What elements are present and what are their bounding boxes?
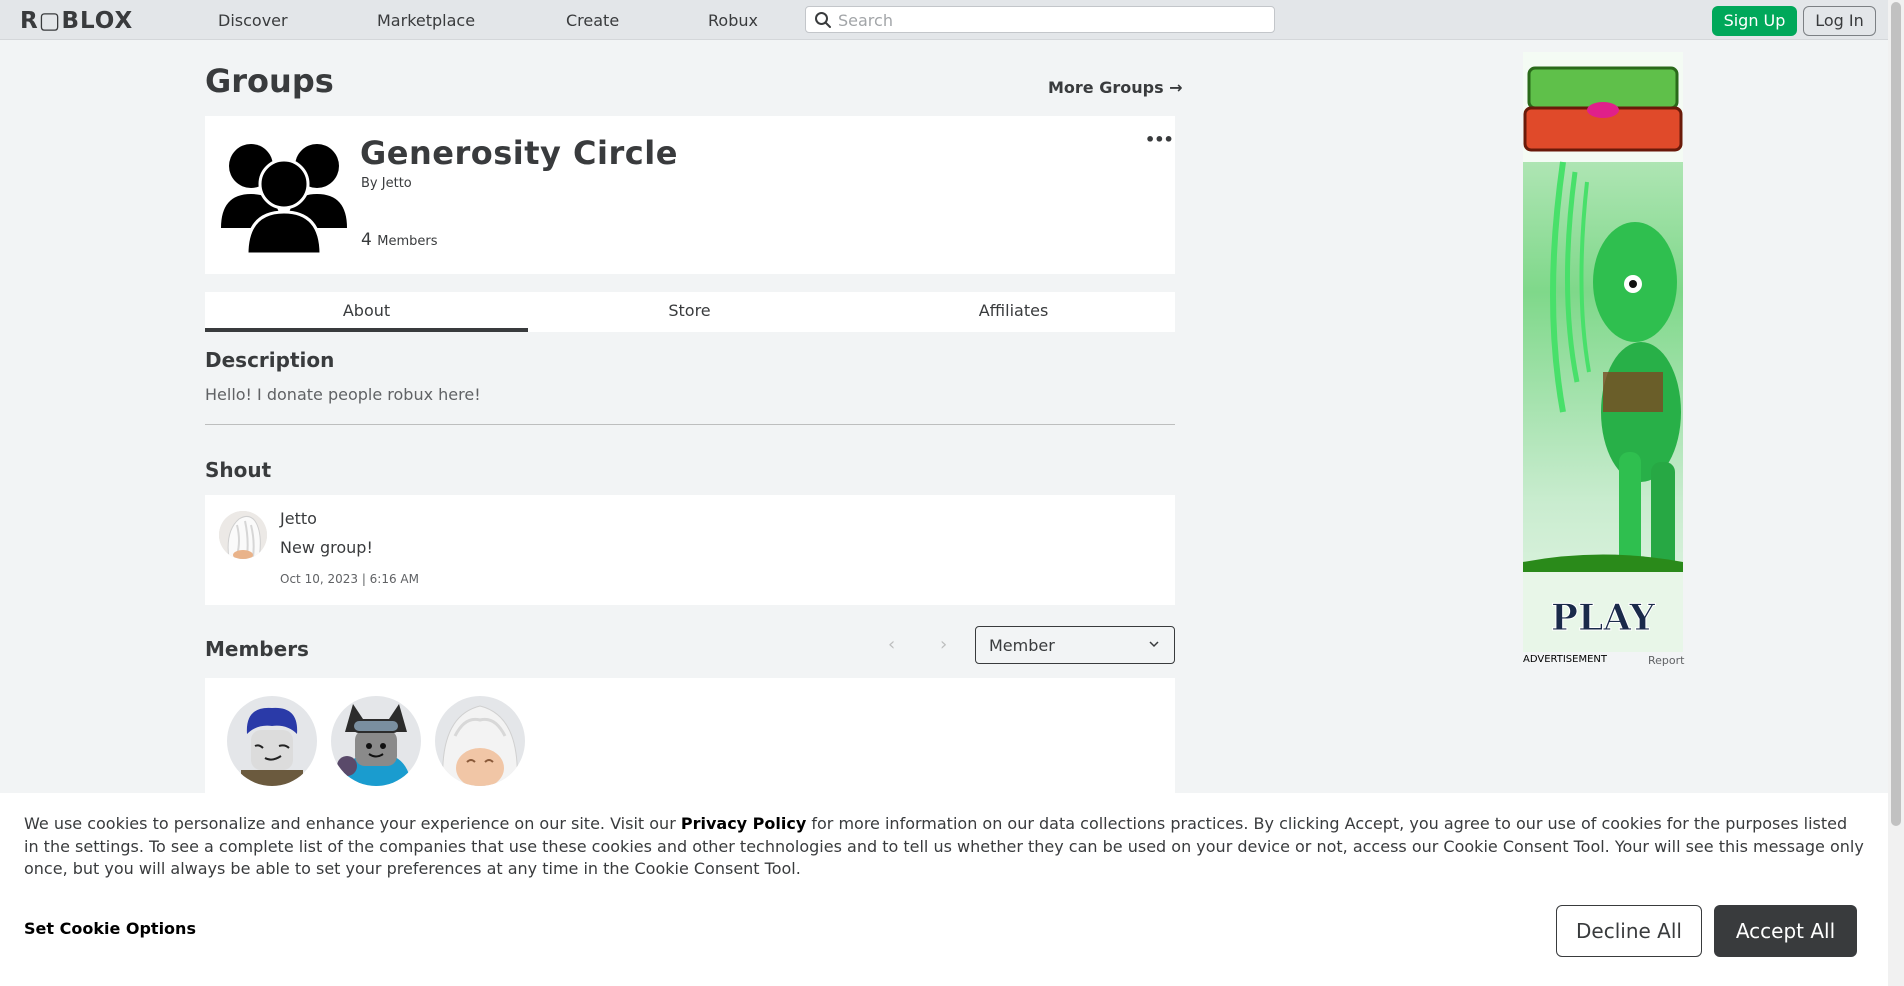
member-avatar[interactable]	[331, 696, 421, 786]
svg-text:PLAY: PLAY	[1551, 597, 1657, 639]
chevron-left-icon[interactable]: ‹	[888, 634, 895, 655]
cookie-text-before: We use cookies to personalize and enhanc…	[24, 814, 681, 833]
tab-store[interactable]: Store	[528, 292, 851, 332]
set-cookie-options-link[interactable]: Set Cookie Options	[24, 919, 196, 938]
description-text: Hello! I donate people robux here!	[205, 385, 481, 404]
roblox-logo[interactable]: R▢BLOX	[20, 8, 133, 34]
role-select-dropdown[interactable]: Member	[975, 626, 1175, 664]
privacy-policy-link[interactable]: Privacy Policy	[681, 814, 806, 833]
group-name: Generosity Circle	[360, 134, 678, 172]
nav-link-discover[interactable]: Discover	[218, 11, 288, 30]
group-owner-line: By Jetto	[361, 176, 412, 191]
chevron-down-icon	[1149, 641, 1159, 648]
member-avatar-image	[435, 696, 525, 786]
group-owner-link[interactable]: Jetto	[382, 176, 412, 191]
scrollbar-thumb[interactable]	[1891, 2, 1901, 826]
top-navigation: R▢BLOX Discover Marketplace Create Robux…	[0, 0, 1888, 40]
member-avatar[interactable]	[227, 696, 317, 786]
cookie-message: We use cookies to personalize and enhanc…	[24, 813, 1864, 881]
shout-message: New group!	[280, 538, 373, 557]
search-input[interactable]	[838, 10, 1258, 30]
accept-all-button[interactable]: Accept All	[1714, 905, 1857, 957]
sign-up-button[interactable]: Sign Up	[1712, 6, 1797, 36]
search-icon	[815, 12, 831, 28]
shout-title: Shout	[205, 458, 272, 482]
chevron-right-icon[interactable]: ›	[940, 634, 947, 655]
log-in-button[interactable]: Log In	[1803, 6, 1876, 36]
page-title: Groups	[205, 62, 334, 100]
more-options-icon[interactable]: •••	[1145, 130, 1174, 149]
by-label: By	[361, 176, 378, 191]
nav-link-robux[interactable]: Robux	[708, 11, 758, 30]
shout-author[interactable]: Jetto	[280, 509, 317, 528]
report-ad-link[interactable]: Report	[1648, 654, 1684, 667]
user-avatar-icon	[219, 511, 267, 559]
tab-about[interactable]: About	[205, 292, 528, 332]
shout-card: Jetto New group! Oct 10, 2023 | 6:16 AM	[205, 495, 1175, 605]
section-divider	[205, 424, 1175, 425]
role-select-value: Member	[989, 636, 1055, 655]
member-avatar[interactable]	[435, 696, 525, 786]
more-groups-link[interactable]: More Groups →	[1048, 78, 1183, 97]
member-count: 4 Members	[361, 230, 437, 250]
advertisement-label: ADVERTISEMENT	[1523, 654, 1608, 665]
description-title: Description	[205, 348, 335, 372]
member-avatar-image	[331, 696, 421, 786]
group-tabs: About Store Affiliates	[205, 292, 1175, 332]
ad-image: PLAY	[1523, 52, 1683, 652]
shout-timestamp: Oct 10, 2023 | 6:16 AM	[280, 572, 419, 586]
page-scrollbar[interactable]	[1888, 0, 1904, 986]
group-header-card: Generosity Circle By Jetto 4 Members •••	[205, 116, 1175, 274]
group-people-icon	[221, 144, 347, 254]
members-list	[205, 678, 1175, 798]
search-box	[805, 6, 1275, 33]
nav-link-create[interactable]: Create	[566, 11, 619, 30]
nav-link-marketplace[interactable]: Marketplace	[377, 11, 475, 30]
tab-affiliates[interactable]: Affiliates	[852, 292, 1175, 332]
avatar[interactable]	[219, 511, 267, 559]
cookie-consent-banner: We use cookies to personalize and enhanc…	[0, 793, 1888, 986]
members-title: Members	[205, 637, 309, 661]
member-count-label: Members	[377, 234, 438, 249]
member-avatar-image	[227, 696, 317, 786]
decline-all-button[interactable]: Decline All	[1556, 905, 1702, 957]
member-count-value: 4	[361, 230, 372, 250]
advertisement-banner[interactable]: PLAY	[1523, 52, 1683, 652]
